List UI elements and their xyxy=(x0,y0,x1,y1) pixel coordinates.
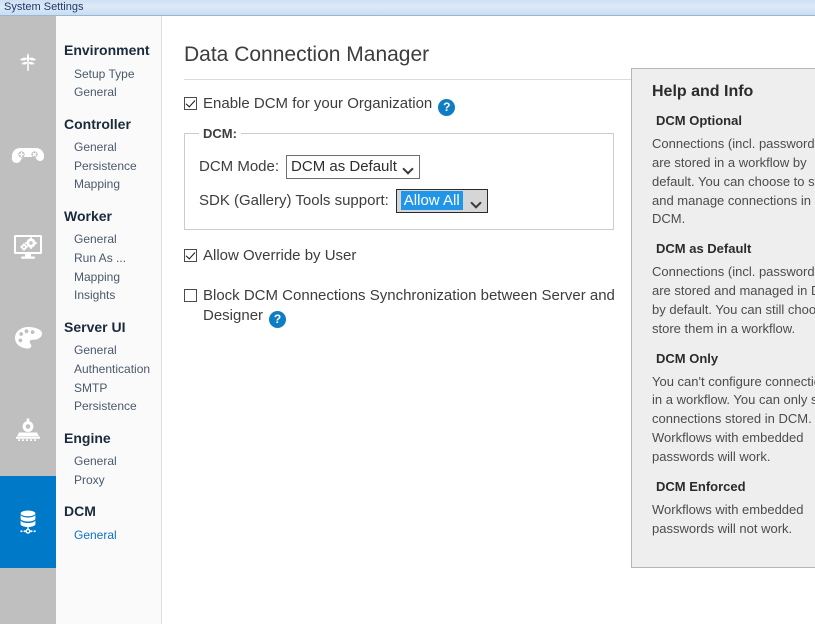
rail-item-controller[interactable] xyxy=(0,108,56,200)
main-content: Data Connection Manager Enable DCM for y… xyxy=(162,16,815,624)
block-sync-label: Block DCM Connections Synchronization be… xyxy=(203,286,623,328)
help-and-info-panel: Help and Info DCM Optional Connections (… xyxy=(631,68,815,568)
rail-item-server-ui[interactable] xyxy=(0,292,56,384)
nav-group-server-ui: Server UI General Authentication SMTP Pe… xyxy=(64,319,161,416)
nav-item-engine-proxy[interactable]: Proxy xyxy=(64,471,161,490)
dcm-mode-value: DCM as Default xyxy=(291,158,397,176)
locomotive-icon xyxy=(12,415,44,445)
palette-icon xyxy=(13,324,43,352)
nav-item-server-ui-smtp[interactable]: SMTP xyxy=(64,379,161,398)
nav-item-worker-run-as[interactable]: Run As ... xyxy=(64,249,161,268)
nav-group-environment: Environment Setup Type General xyxy=(64,42,161,102)
nav-item-worker-general[interactable]: General xyxy=(64,230,161,249)
help-heading-dcm-enforced: DCM Enforced xyxy=(656,478,746,494)
nav-group-dcm: DCM General xyxy=(64,503,161,544)
dcm-mode-label: DCM Mode: xyxy=(199,158,280,176)
block-sync-help-icon[interactable]: ? xyxy=(269,310,287,328)
nav-item-worker-insights[interactable]: Insights xyxy=(64,286,161,305)
nav-item-server-ui-authentication[interactable]: Authentication xyxy=(64,360,161,379)
allow-override-label: Allow Override by User xyxy=(203,246,357,264)
gamepad-icon xyxy=(11,139,45,169)
nav-group-title: Environment xyxy=(64,42,150,58)
sdk-support-value: Allow All xyxy=(400,191,463,211)
nav-group-title: Server UI xyxy=(64,318,126,335)
help-body-dcm-as-default: Connections (incl. passwords) are stored… xyxy=(652,264,815,336)
nav-group-title: Controller xyxy=(64,115,131,132)
nav-item-worker-mapping[interactable]: Mapping xyxy=(64,268,161,287)
help-body-dcm-optional: Connections (incl. passwords) are stored… xyxy=(652,136,815,227)
enable-dcm-help-icon[interactable]: ? xyxy=(438,98,456,116)
rail-item-environment[interactable] xyxy=(0,16,56,108)
monitor-gears-icon xyxy=(12,231,44,261)
nav-group-title: Worker xyxy=(64,207,112,224)
help-heading-dcm-as-default: DCM as Default xyxy=(656,241,752,257)
help-heading-dcm-only: DCM Only xyxy=(656,350,719,366)
window-titlebar: System Settings xyxy=(0,0,815,16)
settings-nav-panel: Environment Setup Type General Controlle… xyxy=(56,16,162,624)
database-icon xyxy=(12,506,44,538)
nav-group-engine: Engine General Proxy xyxy=(64,430,161,490)
nav-group-worker: Worker General Run As ... Mapping Insigh… xyxy=(64,208,161,305)
nav-item-environment-general[interactable]: General xyxy=(64,83,161,102)
nav-group-title: DCM xyxy=(64,503,96,520)
nav-item-server-ui-general[interactable]: General xyxy=(64,341,161,360)
nav-item-controller-mapping[interactable]: Mapping xyxy=(64,175,161,194)
enable-dcm-text: Enable DCM for your Organization xyxy=(203,95,433,113)
sdk-support-select[interactable]: Allow All xyxy=(395,188,488,213)
rail-item-worker[interactable] xyxy=(0,200,56,292)
dcm-fieldset: DCM: DCM Mode: DCM as Default SDK (Galle… xyxy=(184,125,614,230)
sdk-support-row: SDK (Gallery) Tools support: Allow All xyxy=(199,188,599,213)
help-body-dcm-enforced: Workflows with embedded passwords will n… xyxy=(652,501,808,536)
nav-item-environment-setup-type[interactable]: Setup Type xyxy=(64,65,161,84)
icon-rail xyxy=(0,16,56,624)
nav-item-server-ui-persistence[interactable]: Persistence xyxy=(64,397,161,416)
app-shell: Environment Setup Type General Controlle… xyxy=(0,16,815,624)
window-title: System Settings xyxy=(4,1,84,13)
leaf-icon xyxy=(13,47,43,77)
nav-item-controller-persistence[interactable]: Persistence xyxy=(64,157,161,176)
enable-dcm-checkbox[interactable] xyxy=(184,97,197,111)
block-sync-checkbox[interactable] xyxy=(184,288,197,302)
enable-dcm-label: Enable DCM for your Organization? xyxy=(203,94,456,116)
dcm-mode-select[interactable]: DCM as Default xyxy=(286,154,420,179)
rail-item-dcm[interactable] xyxy=(0,476,56,568)
nav-item-controller-general[interactable]: General xyxy=(64,138,161,157)
dcm-mode-row: DCM Mode: DCM as Default xyxy=(199,154,599,179)
nav-group-controller: Controller General Persistence Mapping xyxy=(64,116,161,194)
block-sync-text: Block DCM Connections Synchronization be… xyxy=(203,286,615,325)
help-body-dcm-only: You can't configure connections in a wor… xyxy=(652,373,815,464)
page-title: Data Connection Manager xyxy=(184,43,430,66)
nav-item-dcm-general[interactable]: General xyxy=(64,526,161,545)
sdk-support-label: SDK (Gallery) Tools support: xyxy=(199,192,389,210)
rail-item-engine[interactable] xyxy=(0,384,56,476)
help-panel-title: Help and Info xyxy=(652,83,754,100)
allow-override-checkbox[interactable] xyxy=(184,248,197,262)
nav-group-title: Engine xyxy=(64,429,111,446)
help-heading-dcm-optional: DCM Optional xyxy=(656,113,742,128)
nav-item-engine-general[interactable]: General xyxy=(64,452,161,471)
dcm-fieldset-legend: DCM: xyxy=(203,125,237,141)
